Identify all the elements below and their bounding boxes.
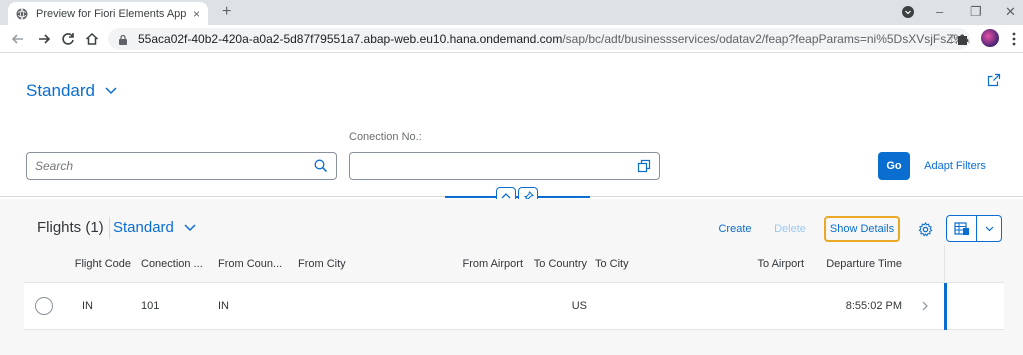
delete-button[interactable]: Delete	[770, 216, 810, 242]
export-button-group	[946, 215, 1002, 242]
browser-menu-icon[interactable]	[1011, 32, 1017, 46]
search-input[interactable]: Search	[26, 152, 337, 180]
column-header-filler	[944, 245, 1004, 282]
close-window-button[interactable]: ✕	[1005, 4, 1016, 20]
profile-avatar[interactable]	[981, 29, 999, 47]
flights-table: Flight Code Conection ... From Coun... F…	[24, 245, 1004, 330]
row-select-radio[interactable]	[35, 297, 53, 315]
globe-icon	[16, 7, 28, 20]
browser-toolbar: 55aca02f-40b2-420a-a0a2-5d87f79551a7.aba…	[0, 25, 1023, 53]
chevron-down-icon	[105, 87, 117, 95]
search-placeholder: Search	[35, 159, 74, 173]
create-button[interactable]: Create	[715, 216, 755, 242]
browser-tab-title: Preview for Fiori Elements App	[36, 7, 187, 20]
minimize-button[interactable]: –	[936, 4, 943, 20]
search-icon[interactable]	[314, 159, 328, 173]
row-filler	[947, 283, 1004, 329]
column-header[interactable]: To Country	[527, 245, 591, 282]
url-host: 55aca02f-40b2-420a-a0a2-5d87f79551a7.aba…	[138, 32, 563, 46]
share-icon[interactable]	[987, 73, 1001, 87]
show-details-button[interactable]: Show Details	[824, 216, 900, 242]
chevron-right-icon	[922, 301, 928, 311]
forward-icon[interactable]	[36, 31, 52, 47]
table-variant-label: Standard	[113, 219, 174, 236]
table-settings-button[interactable]	[914, 216, 936, 242]
page-variant-selector[interactable]: Standard	[26, 81, 117, 101]
home-icon[interactable]	[84, 31, 100, 47]
flights-table-section: Flights (1) Standard Create Delete Show …	[0, 199, 1023, 355]
page-variant-label: Standard	[26, 81, 95, 100]
gear-icon	[918, 221, 932, 236]
cell-departure-time: 8:55:02 PM	[845, 300, 902, 312]
column-header-select	[24, 245, 64, 282]
column-header-nav	[906, 245, 944, 282]
cell-from-airport	[447, 283, 527, 329]
spreadsheet-export-icon	[953, 221, 969, 235]
cell-from-country: IN	[218, 300, 229, 312]
table-variant-selector[interactable]: Standard	[113, 219, 196, 236]
export-to-spreadsheet-button[interactable]	[947, 216, 977, 241]
column-header[interactable]: From City	[294, 245, 447, 282]
browser-tab[interactable]: Preview for Fiori Elements App ×	[8, 2, 208, 25]
new-tab-button[interactable]: +	[222, 4, 231, 20]
connection-no-label: Conection No.:	[349, 131, 422, 143]
back-icon[interactable]	[10, 31, 26, 47]
address-bar[interactable]: 55aca02f-40b2-420a-a0a2-5d87f79551a7.aba…	[108, 28, 970, 50]
table-row[interactable]: IN 101 IN US 8:55:02 PM	[24, 283, 1004, 330]
row-navigation-cell[interactable]	[906, 283, 944, 329]
lock-icon[interactable]	[118, 34, 128, 45]
column-header[interactable]: Flight Code	[64, 245, 137, 282]
cell-from-city	[294, 283, 447, 329]
chevron-down-icon	[985, 226, 993, 231]
column-header[interactable]: From Coun...	[214, 245, 294, 282]
close-tab-icon[interactable]: ×	[193, 7, 200, 21]
profile-menu-icon[interactable]	[902, 6, 914, 18]
chevron-down-icon	[184, 223, 196, 231]
connection-no-field[interactable]	[349, 152, 660, 180]
column-header[interactable]: From Airport	[447, 245, 527, 282]
table-header-row: Flight Code Conection ... From Coun... F…	[24, 245, 1004, 283]
column-header[interactable]: Conection ...	[137, 245, 214, 282]
cell-to-country: US	[571, 300, 587, 312]
column-header[interactable]: To Airport	[748, 245, 808, 282]
cell-connection: 101	[141, 300, 160, 312]
export-menu-button[interactable]	[977, 216, 1001, 241]
column-header[interactable]: To City	[591, 245, 748, 282]
toolbar-separator	[109, 217, 110, 239]
url-path: /sap/bc/adt/businessservices/odatav2/fea…	[562, 32, 970, 46]
puzzle-icon[interactable]	[956, 32, 970, 46]
go-button[interactable]: Go	[878, 152, 910, 180]
cell-flight-code: IN	[82, 300, 93, 312]
browser-tab-strip: Preview for Fiori Elements App × + – ❐ ✕	[0, 0, 1023, 25]
restore-button[interactable]: ❐	[970, 4, 982, 20]
row-select-cell	[24, 283, 64, 329]
adapt-filters-button[interactable]: Adapt Filters	[920, 152, 990, 180]
reload-icon[interactable]	[60, 31, 76, 47]
fiori-app: Standard Conection No.: Search Go Adapt …	[0, 53, 1023, 355]
cell-to-airport	[748, 283, 808, 329]
table-title: Flights (1)	[37, 219, 104, 236]
column-header[interactable]: Departure Time	[808, 245, 906, 282]
cell-to-city	[591, 283, 748, 329]
value-help-icon[interactable]	[637, 159, 651, 173]
